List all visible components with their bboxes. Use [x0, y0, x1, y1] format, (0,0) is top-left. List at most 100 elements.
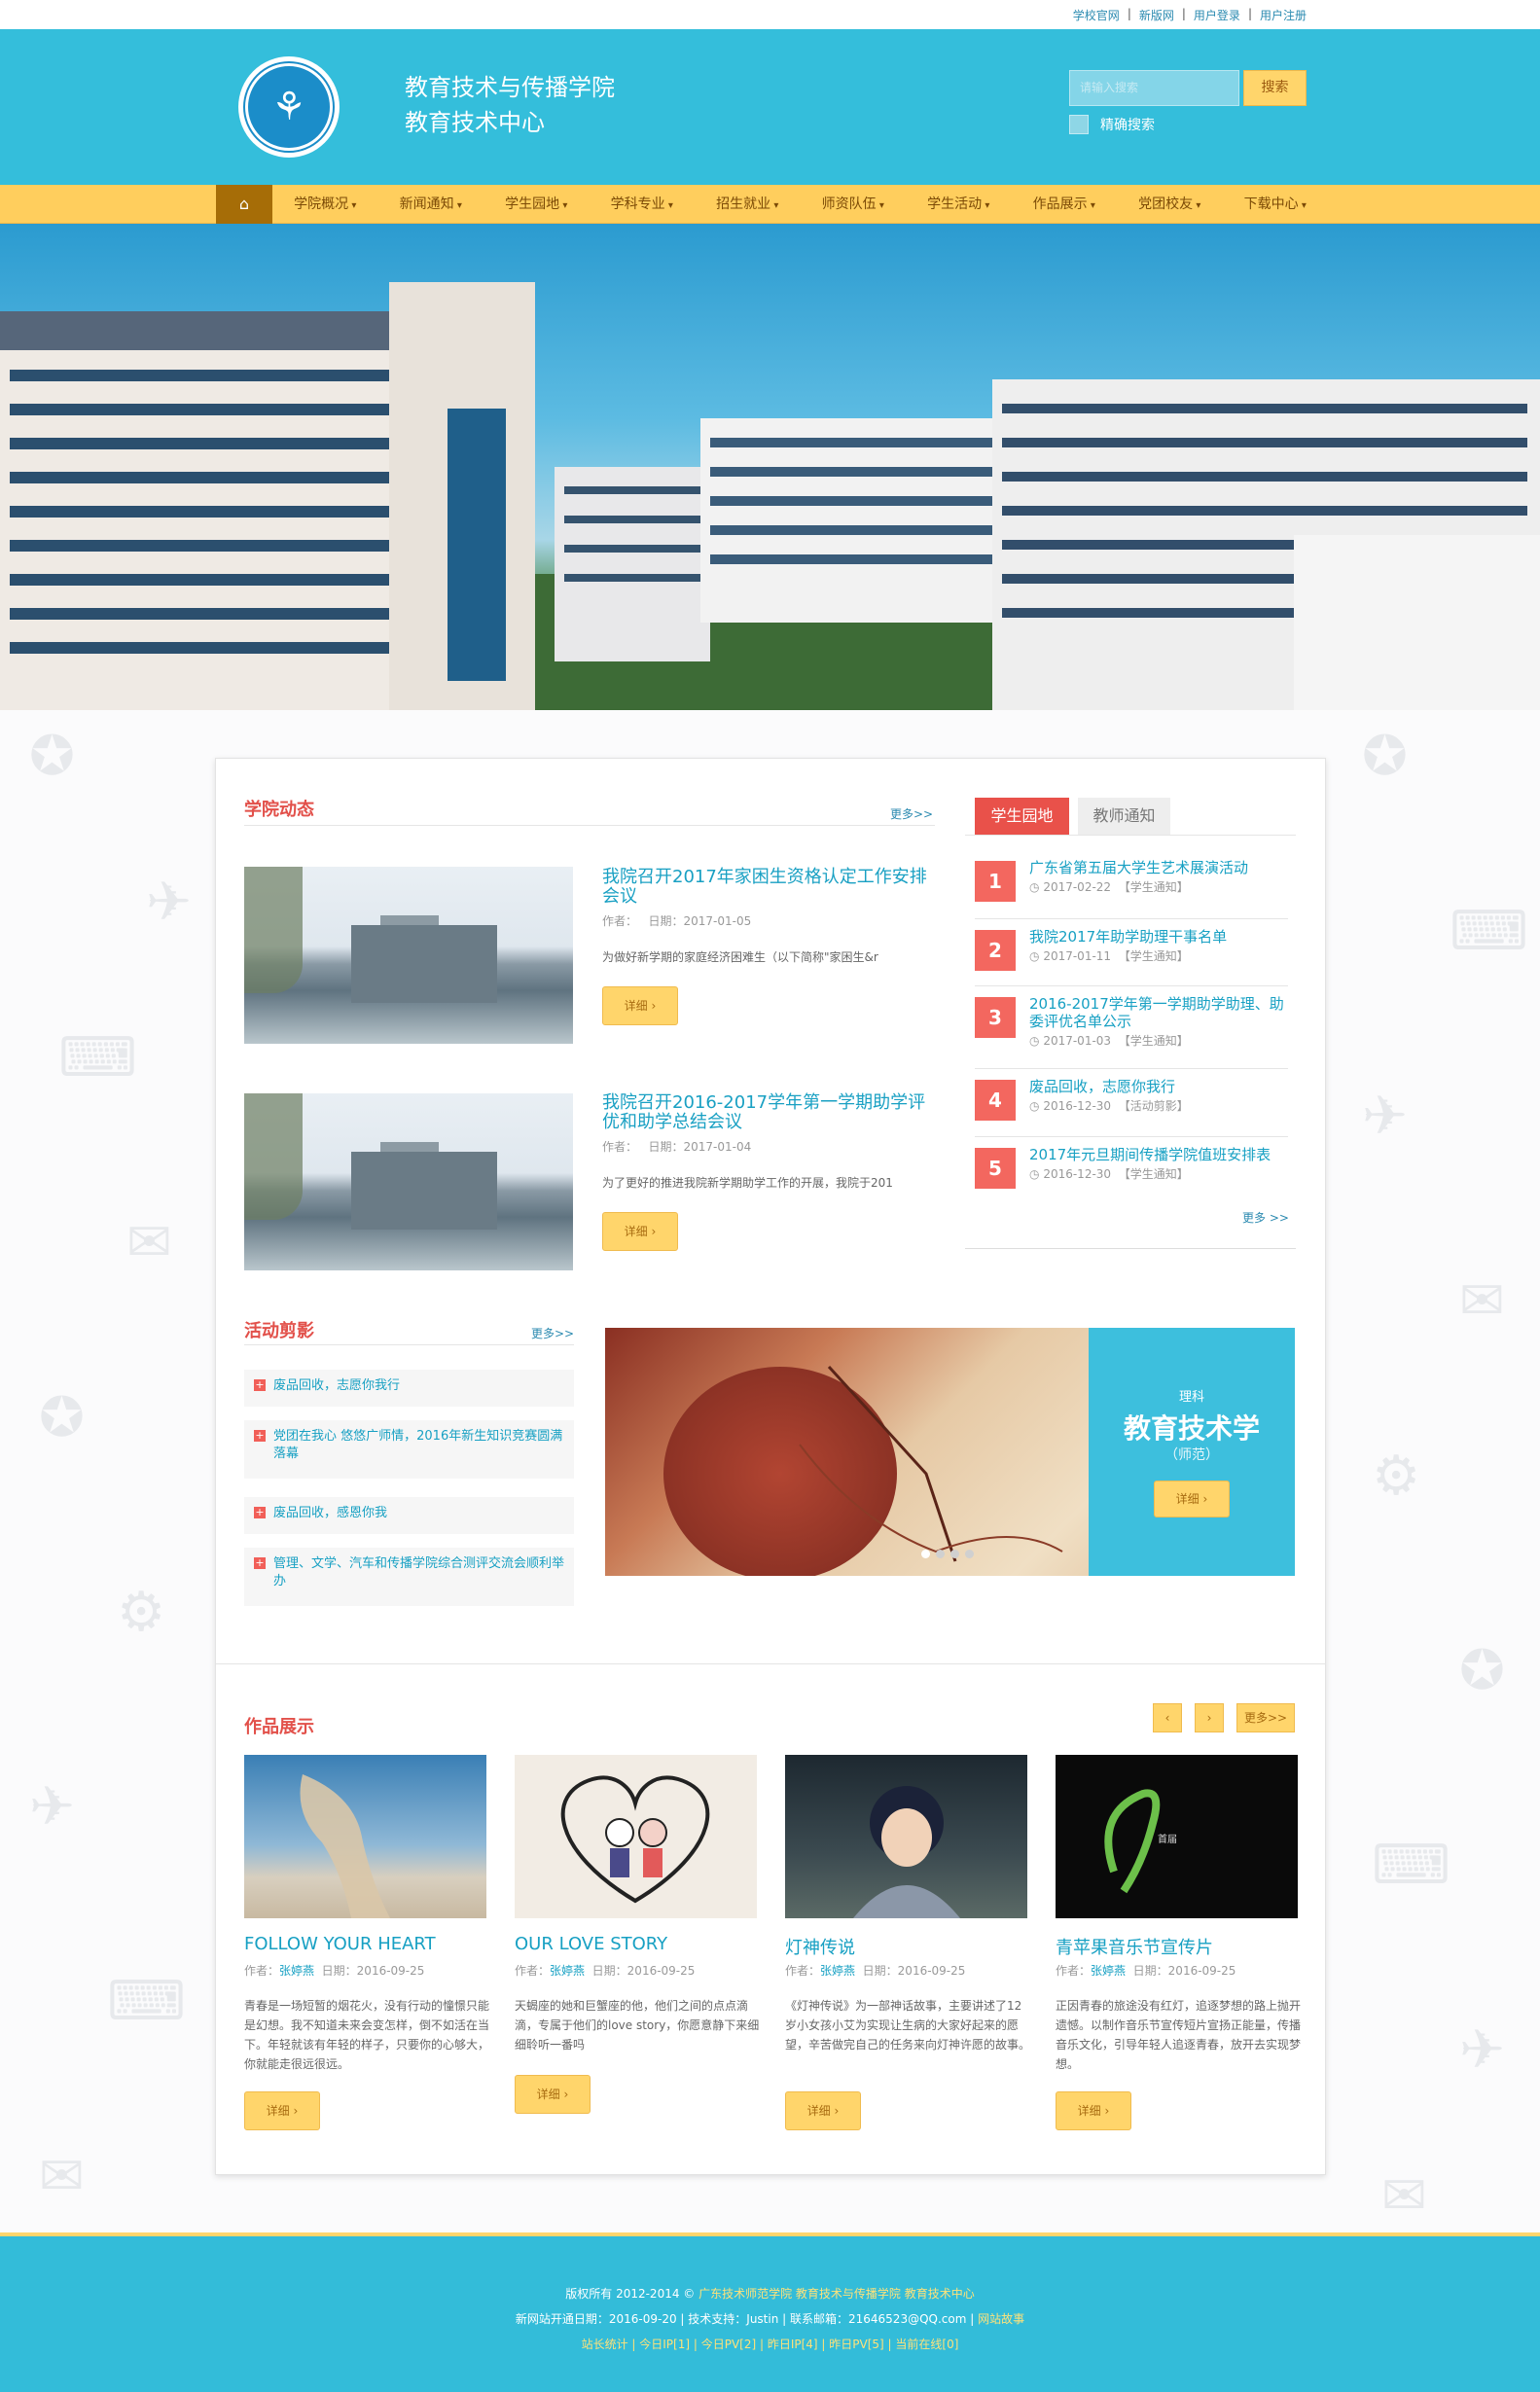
clock-icon: ◷	[1029, 1034, 1040, 1048]
chevron-down-icon: ▾	[1193, 200, 1201, 211]
notice-divider	[975, 985, 1288, 986]
nav-item-label: 作品展示	[1032, 196, 1088, 212]
work-title[interactable]: 青苹果音乐节宣传片	[1056, 1934, 1213, 1959]
notice-item-meta: ◷ 2016-12-30 【活动剪影】	[1029, 1099, 1189, 1113]
activity-item[interactable]: + 废品回收，感恩你我	[244, 1497, 574, 1534]
nav-item[interactable]: 新闻通知 ▾	[378, 185, 484, 224]
nav-item-label: 学生园地	[505, 196, 560, 212]
nav-item[interactable]: 作品展示 ▾	[1012, 185, 1118, 224]
nav-item[interactable]: 学科专业 ▾	[590, 185, 696, 224]
news-item-meta: 作者： 日期：2017-01-04	[602, 1140, 752, 1154]
notice-item-title[interactable]: 2017年元旦期间传播学院值班安排表	[1029, 1146, 1287, 1163]
work-title[interactable]: FOLLOW YOUR HEART	[244, 1934, 436, 1954]
rank-number-badge: 1	[975, 861, 1016, 902]
notice-item-title[interactable]: 2016-2017学年第一学期助学助理、助委评优名单公示	[1029, 995, 1287, 1030]
tab-teacher-notice[interactable]: 教师通知	[1078, 798, 1170, 835]
chevron-down-icon: ▾	[664, 200, 673, 211]
nav-item[interactable]: 招生就业 ▾	[695, 185, 801, 224]
home-icon[interactable]: ⌂	[216, 185, 272, 224]
chevron-down-icon: ▾	[1298, 200, 1307, 211]
news-item-summary: 为做好新学期的家庭经济困难生（以下简称"家困生&r	[602, 950, 878, 964]
activity-item[interactable]: + 党团在我心 悠悠广师情，2016年新生知识竞赛圆满落幕	[244, 1420, 574, 1479]
work-thumbnail-green-apple-festival[interactable]: 首届	[1056, 1755, 1298, 1918]
works-more-button[interactable]: 更多>>	[1236, 1703, 1295, 1732]
search-button[interactable]: 搜索	[1243, 70, 1307, 106]
notice-item-meta: ◷ 2017-01-11 【学生通知】	[1029, 949, 1189, 963]
exact-search-checkbox[interactable]	[1069, 115, 1089, 134]
news-more-link[interactable]: 更多>>	[890, 805, 933, 822]
clock-icon: ◷	[1029, 880, 1040, 894]
search-input[interactable]: 请输入搜索	[1069, 70, 1239, 106]
footer-org-link[interactable]: 广东技术师范学院 教育技术与传播学院 教育技术中心	[698, 2287, 975, 2301]
nav-item[interactable]: 学生活动 ▾	[906, 185, 1012, 224]
nav-item[interactable]: 师资队伍 ▾	[801, 185, 907, 224]
work-meta: 作者：张婷燕 日期：2016-09-25	[1056, 1964, 1236, 1978]
notice-item-meta: ◷ 2017-02-22 【学生通知】	[1029, 880, 1189, 894]
news-item-title[interactable]: 我院召开2016-2017学年第一学期助学评优和助学总结会议	[602, 1093, 928, 1132]
nav-item[interactable]: 学院概况 ▾	[272, 185, 378, 224]
notice-item-meta: ◷ 2017-01-03 【学生通知】	[1029, 1034, 1189, 1048]
rank-number-badge: 5	[975, 1148, 1016, 1189]
nav-item-label: 下载中心	[1243, 196, 1299, 212]
major-name: 教育技术学	[1123, 1412, 1260, 1445]
campus-banner-image	[0, 224, 1540, 710]
work-thumbnail-our-love-story[interactable]	[515, 1755, 757, 1918]
exact-search-option[interactable]: 精确搜索	[1069, 115, 1155, 134]
chevron-down-icon: ▾	[453, 200, 462, 211]
main-nav: ⌂ 学院概况 ▾ 新闻通知 ▾ 学生园地 ▾ 学科专业 ▾ 招生就业 ▾ 师资队伍 ▾ 学生…	[0, 185, 1540, 224]
work-detail-button[interactable]: 详细 ›	[244, 2091, 320, 2130]
carousel-dot[interactable]	[921, 1550, 930, 1558]
work-detail-button[interactable]: 详细 ›	[785, 2091, 861, 2130]
notice-item-title[interactable]: 废品回收，志愿你我行	[1029, 1078, 1287, 1095]
works-section-title: 作品展示	[244, 1717, 314, 1737]
tab-student-garden[interactable]: 学生园地	[975, 798, 1069, 835]
carousel-dot[interactable]	[936, 1550, 945, 1558]
rank-number-badge: 4	[975, 1080, 1016, 1121]
activities-divider	[244, 1344, 574, 1345]
new-site-link[interactable]: 新版网	[1139, 7, 1174, 23]
nav-item[interactable]: 党团校友 ▾	[1117, 185, 1223, 224]
work-thumbnail-follow-your-heart[interactable]	[244, 1755, 486, 1918]
work-detail-button[interactable]: 详细 ›	[515, 2075, 591, 2114]
major-subtitle: （师范）	[1164, 1447, 1219, 1463]
work-title[interactable]: 灯神传说	[785, 1934, 855, 1959]
chevron-down-icon: ▾	[770, 200, 779, 211]
nav-item[interactable]: 学生园地 ▾	[483, 185, 590, 224]
notice-item-title[interactable]: 我院2017年助学助理干事名单	[1029, 928, 1287, 946]
login-link[interactable]: 用户登录	[1194, 7, 1240, 23]
major-detail-button[interactable]: 详细 ›	[1154, 1481, 1230, 1517]
work-detail-button[interactable]: 详细 ›	[1056, 2091, 1131, 2130]
major-category: 理科	[1178, 1390, 1204, 1405]
school-logo[interactable]: ⚘	[238, 56, 340, 158]
news-item-title[interactable]: 我院召开2017年家困生资格认定工作安排会议	[602, 868, 928, 907]
major-carousel[interactable]: 理科 教育技术学 （师范） 详细 ›	[605, 1328, 1295, 1576]
exact-search-label: 精确搜索	[1100, 118, 1155, 133]
school-site-link[interactable]: 学校官网	[1073, 7, 1120, 23]
site-header: ⚘ 教育技术与传播学院 教育技术中心 请输入搜索 搜索 精确搜索	[0, 29, 1540, 185]
news-detail-button[interactable]: 详细 ›	[602, 1212, 678, 1251]
activity-item[interactable]: + 废品回收，志愿你我行	[244, 1370, 574, 1407]
news-thumbnail[interactable]	[244, 1093, 573, 1270]
activities-more-link[interactable]: 更多>>	[531, 1325, 574, 1341]
notice-bottom-divider	[965, 1248, 1296, 1249]
site-title-line1: 教育技术与传播学院	[405, 74, 615, 101]
notice-more-link[interactable]: 更多 >>	[1242, 1209, 1289, 1226]
news-thumbnail[interactable]	[244, 867, 573, 1044]
carousel-dot[interactable]	[950, 1550, 959, 1558]
work-thumbnail-lamp-legend[interactable]	[785, 1755, 1027, 1918]
work-title[interactable]: OUR LOVE STORY	[515, 1934, 667, 1954]
notice-item-title[interactable]: 广东省第五届大学生艺术展演活动	[1029, 859, 1287, 876]
nav-item[interactable]: 下载中心 ▾	[1223, 185, 1329, 224]
major-info-panel: 理科 教育技术学 （师范） 详细 ›	[1089, 1328, 1295, 1576]
works-prev-button[interactable]: ‹	[1153, 1703, 1182, 1732]
carousel-dot[interactable]	[965, 1550, 974, 1558]
activity-item[interactable]: + 管理、文学、汽车和传播学院综合测评交流会顺利举办	[244, 1548, 574, 1606]
notice-divider	[975, 1068, 1288, 1069]
clock-icon: ◷	[1029, 1099, 1040, 1113]
footer-story-link[interactable]: 网站故事	[978, 2312, 1024, 2326]
tabs-divider	[965, 835, 1296, 836]
news-detail-button[interactable]: 详细 ›	[602, 986, 678, 1025]
svg-text:首届: 首届	[1158, 1833, 1177, 1845]
register-link[interactable]: 用户注册	[1260, 7, 1307, 23]
works-next-button[interactable]: ›	[1195, 1703, 1224, 1732]
